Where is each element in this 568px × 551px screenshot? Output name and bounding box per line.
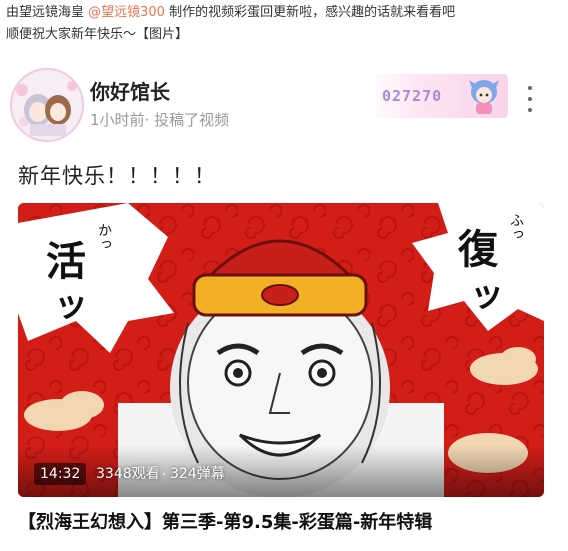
right-caption-tsu: ッ [470,275,504,315]
mention-link[interactable]: @望远镜300 [88,5,165,20]
badge-number: 027270 [382,87,443,105]
right-caption-ruby: ふっ [508,213,524,241]
post-title: 新年快乐！！！！！ [18,164,216,188]
author-name[interactable]: 你好馆长 [90,76,170,105]
more-options-button[interactable] [522,86,538,112]
video-views: 3348观看 [96,466,160,482]
left-caption-tsu: ッ [54,285,88,325]
post-meta: 1小时前· 投稿了视频 [90,111,230,129]
shared-post-card: 你好馆长 1小时前· 投稿了视频 027270 新年快乐！！！！！ 活 かっ ッ… [4,60,560,548]
post-line-1-suffix: 制作的视频彩蛋回更新啦，感兴趣的话就来看看吧 [164,5,456,20]
fan-badge[interactable]: 027270 [368,74,508,118]
post-text: 由望远镜海皇 @望远镜300 制作的视频彩蛋回更新啦，感兴趣的话就来看看吧 顺便… [6,2,562,46]
video-title[interactable]: 【烈海王幻想入】第三季-第9.5集-彩蛋篇-新年特辑 [18,508,432,534]
video-duration: 14:32 [34,463,87,485]
post-line-1-prefix: 由望远镜海皇 [6,5,89,20]
badge-character-icon [469,80,499,114]
post-line-1: 由望远镜海皇 @望远镜300 制作的视频彩蛋回更新啦，感兴趣的话就来看看吧 [6,2,562,24]
post-line-2: 顺便祝大家新年快乐～【图片】 [6,27,189,42]
avatar[interactable] [10,68,84,142]
video-thumbnail[interactable]: 活 かっ ッ 復 ふっ ッ 14:32 3348观看 · 324弹幕 [18,203,544,497]
stats-separator: · [162,467,167,483]
video-danmaku-count: 324弹幕 [170,466,225,482]
left-caption-ruby: かっ [96,223,112,251]
more-vertical-icon [528,86,532,90]
avatar-illustration [12,70,82,140]
